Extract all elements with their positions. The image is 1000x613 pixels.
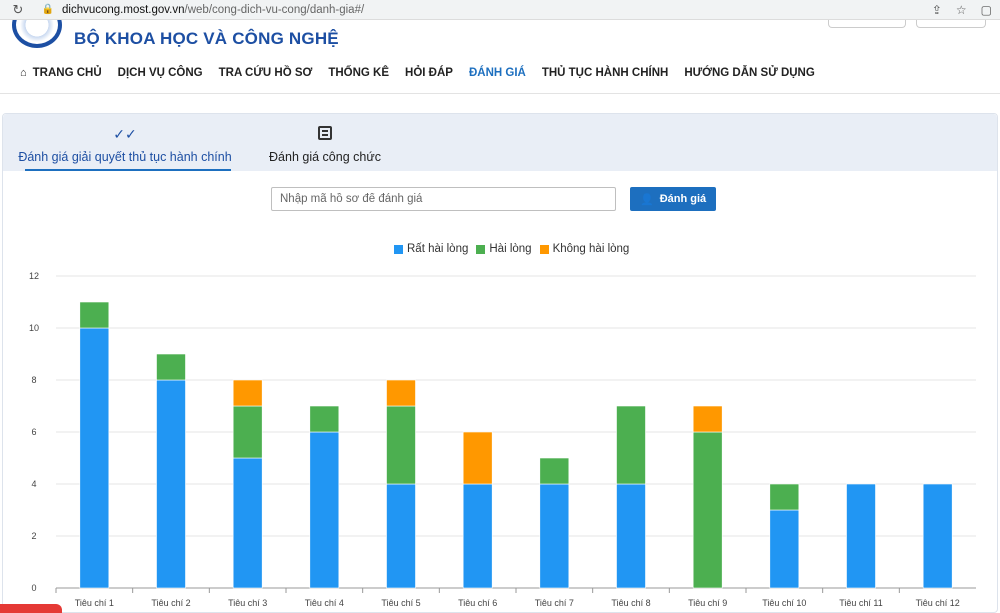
nav-item-label: HỎI ĐÁP	[405, 67, 453, 79]
user-edit-icon: 👤	[640, 193, 654, 206]
rate-button-label: Đánh giá	[659, 193, 707, 205]
nav-item-6[interactable]: THỦ TỤC HÀNH CHÍNH	[542, 67, 669, 79]
window-icon[interactable]: ▢	[981, 3, 992, 17]
nav-item-5[interactable]: ĐÁNH GIÁ	[469, 67, 526, 79]
bar-segment[interactable]	[232, 405, 263, 459]
bar-segment[interactable]	[539, 457, 570, 485]
x-tick-label: Tiêu chí 3	[228, 598, 267, 608]
bar-segment[interactable]	[692, 405, 723, 433]
nav-item-label: TRA CỨU HỒ SƠ	[218, 67, 313, 79]
site-header: BỘ KHOA HỌC VÀ CÔNG NGHỆ ⌂ TRANG CHỦ DỊCH …	[0, 20, 1000, 94]
x-tick-label: Tiêu chí 8	[611, 598, 650, 608]
record-code-input[interactable]	[271, 187, 616, 211]
y-tick-label: 10	[29, 323, 39, 333]
bar-segment[interactable]	[386, 483, 416, 589]
tab-label: Đánh giá công chức	[269, 150, 381, 164]
y-tick-label: 8	[31, 375, 36, 385]
x-tick-label: Tiêu chí 2	[151, 598, 190, 608]
bar-segment[interactable]	[846, 483, 876, 589]
bar-segment[interactable]	[539, 483, 570, 589]
x-tick-label: Tiêu chí 12	[916, 598, 960, 608]
x-tick-label: Tiêu chí 6	[458, 598, 497, 608]
x-tick-label: Tiêu chí 5	[381, 598, 420, 608]
bar-segment[interactable]	[616, 405, 646, 485]
nav-item-label: ĐÁNH GIÁ	[468, 67, 526, 79]
checklist-icon	[318, 126, 332, 144]
nav-item-label: DỊCH VỤ CÔNG	[117, 67, 203, 79]
rate-button[interactable]: 👤 Đánh giá	[630, 187, 717, 211]
reload-icon[interactable]: ↻	[10, 2, 26, 18]
header-button-2[interactable]	[916, 20, 986, 28]
nav-item-2[interactable]: TRA CỨU HỒ SƠ	[219, 67, 313, 79]
bar-segment[interactable]	[769, 483, 800, 511]
bar-segment[interactable]	[769, 509, 800, 589]
bar-segment[interactable]	[922, 483, 953, 589]
bar-segment[interactable]	[616, 483, 646, 589]
share-icon[interactable]: ⇪	[932, 3, 942, 17]
nav-item-1[interactable]: DỊCH VỤ CÔNG	[118, 67, 203, 79]
y-tick-label: 2	[31, 531, 36, 541]
nav-item-label: TRANG CHỦ	[32, 67, 102, 79]
y-tick-label: 4	[31, 479, 36, 489]
bar-segment[interactable]	[79, 327, 110, 589]
browser-toolbar: ↻ 🔒 dichvucong.most.gov.vn/web/cong-dich…	[0, 0, 1000, 20]
rating-chart: 0 2 4 6 8 10 12 Tiêu chí 1 Tiêu chí 2 Tiêu chí 3 T…	[29, 271, 976, 608]
home-icon: ⌂	[20, 67, 27, 79]
bar-segment[interactable]	[386, 379, 416, 407]
header-button-1[interactable]	[828, 20, 906, 28]
site-title[interactable]: BỘ KHOA HỌC VÀ CÔNG NGHỆ	[74, 29, 339, 49]
x-tick-label: Tiêu chí 10	[762, 598, 806, 608]
tab-procedure-rating[interactable]: ✓✓ Đánh giá giải quyết thủ tục hành chín…	[15, 114, 235, 171]
nav-item-7[interactable]: HƯỚNG DẪN SỬ DỤNG	[684, 67, 814, 79]
bar-segment[interactable]	[386, 405, 416, 485]
address-bar[interactable]: dichvucong.most.gov.vn/web/cong-dich-vu-…	[62, 4, 364, 16]
bottom-corner-tag	[0, 604, 62, 613]
nav-item-3[interactable]: THỐNG KÊ	[328, 67, 389, 79]
bar-segment[interactable]	[692, 431, 723, 589]
bar-segment[interactable]	[462, 431, 493, 485]
x-tick-label: Tiêu chí 1	[75, 598, 114, 608]
nav-item-label: THỐNG KÊ	[328, 67, 390, 79]
y-tick-label: 12	[29, 271, 39, 281]
nav-item-label: THỦ TỤC HÀNH CHÍNH	[541, 67, 669, 79]
bar-segment[interactable]	[232, 457, 263, 589]
bar-segment[interactable]	[232, 379, 263, 407]
nav-item-label: HƯỚNG DẪN SỬ DỤNG	[684, 67, 815, 79]
bar-segment[interactable]	[156, 353, 186, 381]
bar-segment[interactable]	[309, 431, 340, 589]
url-path: /web/cong-dich-vu-cong/danh-gia#/	[184, 3, 365, 16]
bar-segment[interactable]	[156, 379, 186, 589]
bar-segment[interactable]	[309, 405, 340, 433]
y-tick-label: 6	[31, 427, 36, 437]
double-check-icon: ✓✓	[113, 126, 137, 142]
y-tick-label: 0	[31, 583, 36, 593]
bar-segment[interactable]	[462, 483, 493, 589]
bar-segment[interactable]	[79, 301, 110, 329]
bookmark-star-icon[interactable]: ☆	[956, 3, 967, 17]
x-tick-label: Tiêu chí 7	[535, 598, 574, 608]
x-tick-label: Tiêu chí 9	[688, 598, 727, 608]
search-row: 👤 Đánh giá	[271, 187, 717, 211]
nav-item-0[interactable]: ⌂ TRANG CHỦ	[20, 67, 102, 79]
tab-officer-rating[interactable]: Đánh giá công chức	[265, 114, 385, 171]
nav-item-4[interactable]: HỎI ĐÁP	[405, 67, 453, 79]
lock-icon[interactable]: 🔒	[40, 2, 56, 18]
url-host: dichvucong.most.gov.vn	[62, 3, 185, 16]
x-tick-label: Tiêu chí 4	[305, 598, 344, 608]
tab-label: Đánh giá giải quyết thủ tục hành chính	[18, 150, 232, 164]
main-nav: ⌂ TRANG CHỦ DỊCH VỤ CÔNG TRA CỨU HỒ SƠ THỐNG…	[20, 67, 831, 79]
tab-strip: ✓✓ Đánh giá giải quyết thủ tục hành chín…	[3, 114, 997, 171]
ministry-logo[interactable]	[12, 20, 62, 50]
x-tick-label: Tiêu chí 11	[839, 598, 883, 608]
